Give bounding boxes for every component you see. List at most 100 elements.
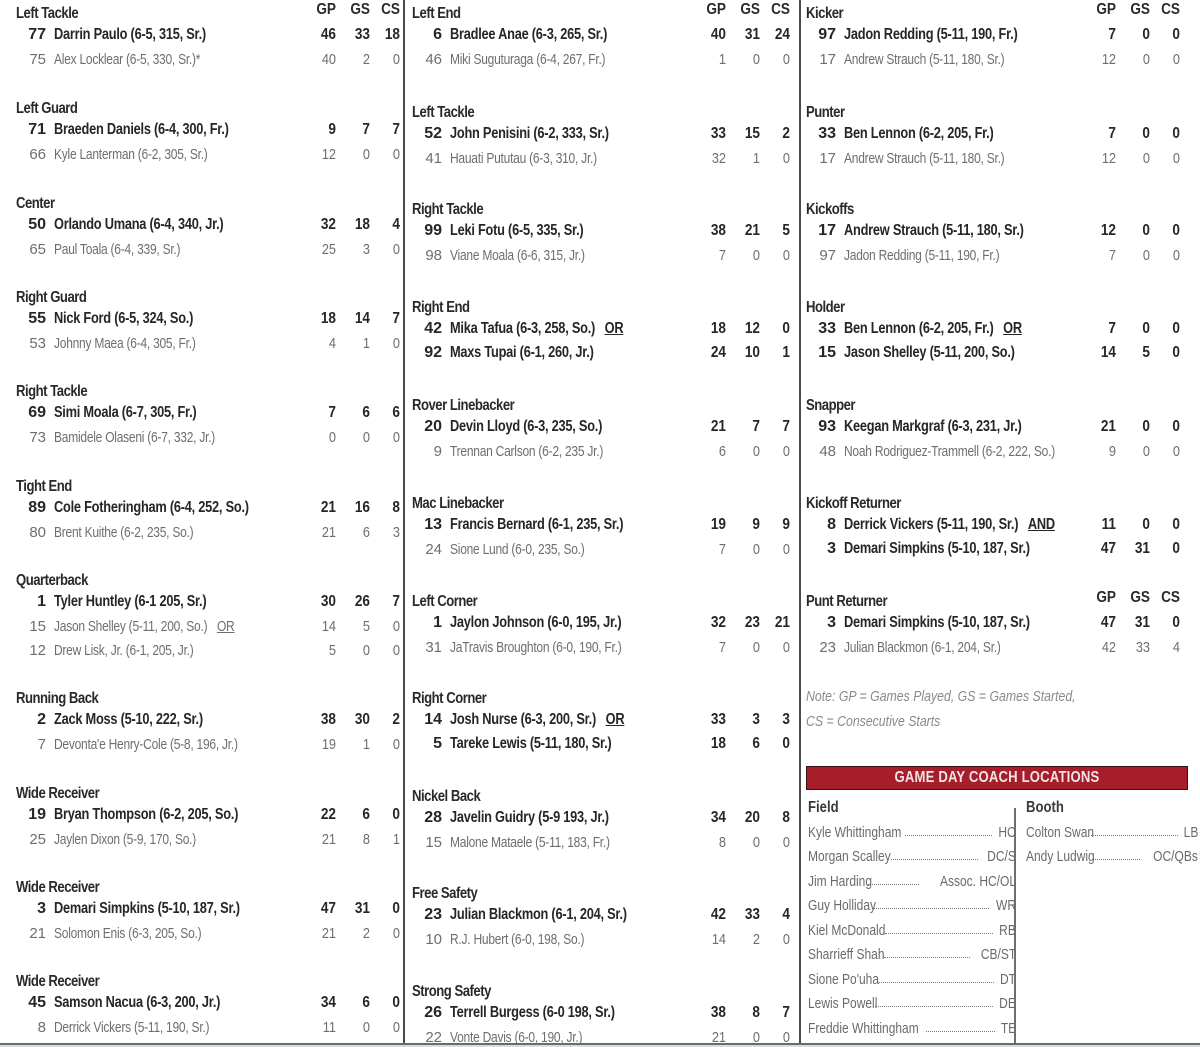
consecutive-starts: 4 [782,906,790,923]
player-stats: 32 18 4 [304,213,400,237]
player-row: 23 Julian Blackmon (6-1, 204, Sr.) 42 33… [412,903,790,927]
position-title: Quarterback [16,572,88,589]
jersey-number: 52 [424,125,442,142]
position-header: Wide Receiver [16,781,400,803]
player-name-text: Vonte Davis (6-0, 190, Jr.) [450,1028,583,1044]
position-header: Punt Returner GP GS CS [806,589,1180,611]
jersey-number: 8 [37,1018,46,1036]
leader-dots [876,972,994,983]
position-group: Left Guard 71 Braeden Daniels (6-4, 300,… [16,96,400,166]
games-played: 18 [710,735,726,752]
jersey-number: 97 [818,26,836,43]
games-started: 10 [744,344,760,361]
player-stats: 8 0 0 [694,830,790,854]
position-header: Kickoff Returner [806,491,1180,513]
gs-header: GS [1130,589,1150,606]
coach-name: Colton Swan [1026,823,1095,841]
player-row: 80 Brent Kuithe (6-2, 235, So.) 21 6 3 [16,520,400,544]
player-name-text: R.J. Hubert (6-0, 198, So.) [450,930,585,948]
consecutive-starts: 0 [782,735,790,752]
player-name: Tareke Lewis (5-11, 180, Sr.) [450,735,612,753]
player-row: 9 Trennan Carlson (6-2, 235 Jr.) 6 0 0 [412,439,790,463]
consecutive-starts: 6 [392,404,400,421]
games-started: 1 [362,735,370,753]
player-row: 65 Paul Toala (6-4, 339, Sr.) 25 3 0 [16,237,400,261]
player-row: 28 Javelin Guidry (5-9 193, Jr.) 34 20 8 [412,806,790,830]
games-played: 12 [1101,149,1116,167]
consecutive-starts: 0 [392,641,400,659]
player-name-text: Terrell Burgess (6-0 198, Sr.) [450,1004,615,1021]
player-name-text: Francis Bernard (6-1, 235, Sr.) [450,516,624,533]
player-stats: 21 0 0 [694,1025,790,1044]
player-name-text: Julian Blackmon (6-1, 204, Sr.) [450,906,627,923]
player-row: 17 Andrew Strauch (5-11, 180, Sr.) 12 0 … [806,219,1180,243]
jersey-number: 15 [425,833,442,851]
player-name-text: Leki Fotu (6-5, 335, Sr.) [450,222,584,239]
jersey-number: 15 [818,344,836,361]
player-name: Francis Bernard (6-1, 235, Sr.) [450,516,624,534]
jersey-number: 48 [819,442,836,460]
player-stats: 11 0 0 [1084,513,1180,537]
player-name: Derrick Vickers (5-11, 190, Sr.) AND [844,516,1055,534]
games-played: 1 [718,50,726,68]
player-name: John Penisini (6-2, 333, Sr.) [450,125,609,143]
position-group: Rover Linebacker 20 Devin Lloyd (6-3, 23… [412,393,790,463]
player-name-text: Noah Rodriguez-Trammell (6-2, 222, So.) [844,442,1055,460]
leader-dots [904,825,993,836]
player-name-text: Brent Kuithe (6-2, 235, So.) [54,523,194,541]
position-group: Wide Receiver 19 Bryan Thompson (6-2, 20… [16,781,400,851]
player-stats: 1 0 0 [694,47,790,71]
games-started: 2 [362,50,370,68]
player-name: Terrell Burgess (6-0 198, Sr.) [450,1004,615,1022]
games-started: 0 [1142,26,1150,43]
games-started: 5 [1142,344,1150,361]
jersey-number: 7 [37,735,46,753]
position-title: Strong Safety [412,983,491,1000]
player-name-text: Malone Mataele (5-11, 183, Fr.) [450,833,610,851]
field-coaches: Field Kyle Whittingham HC Morgan Scalley … [808,796,1016,1043]
player-name: Demari Simpkins (5-10, 187, Sr.) [844,614,1030,632]
coach-name: Morgan Scalley [808,848,891,866]
jersey-number: 17 [819,50,836,68]
coach-row: Sione Po'uha DT [808,967,1016,992]
position-title: Left Corner [412,593,478,610]
position-title: Kickoff Returner [806,495,901,512]
position-title: Holder [806,299,845,316]
player-row: 55 Nick Ford (6-5, 324, So.) 18 14 7 [16,307,400,331]
player-stats: 42 33 4 [1084,635,1180,659]
leader-dots [926,1021,995,1032]
games-played: 21 [321,924,336,942]
position-header: Running Back [16,686,400,708]
games-started: 0 [752,246,760,264]
position-group: Right Corner 14 Josh Nurse (6-3, 200, Sr… [412,686,790,756]
player-name-text: Simi Moala (6-7, 305, Fr.) [54,404,197,421]
coach-name: Guy Holliday [808,897,877,915]
player-name: Darrin Paulo (6-5, 315, Sr.) [54,26,206,44]
games-played: 32 [711,149,726,167]
games-played: 21 [710,418,726,435]
jersey-number: 75 [29,50,46,68]
player-row: 97 Jadon Redding (5-11, 190, Fr.) 7 0 0 [806,243,1180,267]
coach-name: Kiel McDonald [808,921,886,939]
games-started: 23 [744,614,760,631]
consecutive-starts: 0 [392,240,400,258]
games-started: 33 [1135,638,1150,656]
player-name: Braeden Daniels (6-4, 300, Fr.) [54,121,229,139]
games-started: 0 [362,428,370,446]
player-row: 92 Maxs Tupai (6-1, 260, Jr.) 24 10 1 [412,341,790,365]
player-name-text: Kyle Lanterman (6-2, 305, Sr.) [54,145,208,163]
player-row: 12 Drew Lisk, Jr. (6-1, 205, Jr.) 5 0 0 [16,638,400,662]
player-name-text: Bryan Thompson (6-2, 205, So.) [54,806,239,823]
player-row: 3 Demari Simpkins (5-10, 187, Sr.) 47 31… [16,897,400,921]
games-played: 34 [320,994,336,1011]
games-started: 6 [362,806,370,823]
jersey-number: 89 [28,499,46,516]
coach-row: Guy Holliday WR [808,894,1016,919]
player-stats: 32 1 0 [694,146,790,170]
games-played: 38 [320,711,336,728]
player-stats: 12 0 0 [304,142,400,166]
player-name: Trennan Carlson (6-2, 235 Jr.) [450,443,603,460]
player-stats: 14 2 0 [694,927,790,951]
position-group: Wide Receiver 3 Demari Simpkins (5-10, 1… [16,875,400,945]
games-played: 30 [320,593,336,610]
